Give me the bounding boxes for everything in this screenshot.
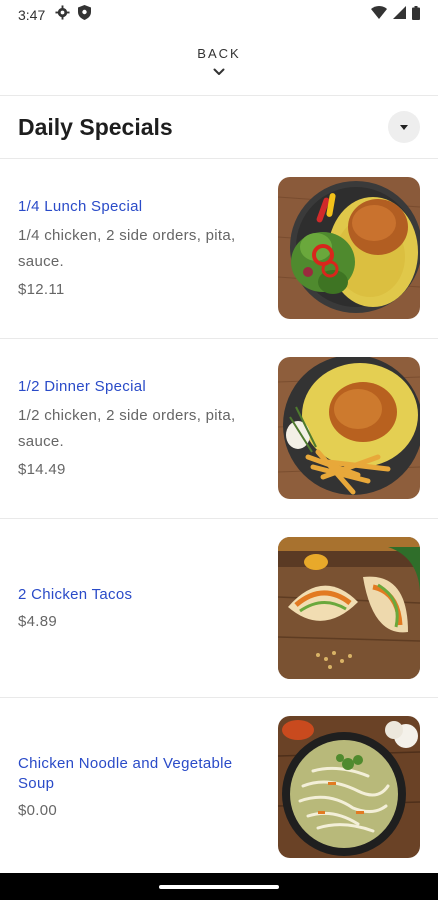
item-description: 1/2 chicken, 2 side orders, pita, sauce. [18, 406, 236, 450]
item-price: $0.00 [18, 801, 58, 819]
status-time: 3:47 [18, 7, 46, 23]
item-name: 1/2 Dinner Special [18, 377, 146, 395]
home-gesture-handle[interactable] [159, 885, 279, 889]
item-name: 2 Chicken Tacos [18, 585, 133, 603]
item-photo-noodle-soup [278, 716, 420, 858]
section-dropdown-button[interactable] [388, 111, 420, 143]
wifi-icon [371, 6, 387, 24]
item-text: Chicken Noodle and Vegetable Soup $0.00 [18, 698, 266, 877]
system-nav-bar [0, 873, 438, 900]
item-name: 1/4 Lunch Special [18, 197, 143, 215]
settings-icon [55, 5, 70, 25]
section-header: Daily Specials [0, 96, 438, 158]
back-button[interactable]: BACK [0, 38, 438, 88]
item-photo-chicken-fries [278, 357, 420, 499]
menu-item[interactable]: 1/2 Dinner Special 1/2 chicken, 2 side o… [0, 339, 438, 518]
shield-icon [78, 5, 92, 25]
battery-icon [412, 5, 420, 25]
menu-item[interactable]: 1/4 Lunch Special 1/4 chicken, 2 side or… [0, 159, 438, 338]
menu-item[interactable]: 2 Chicken Tacos $4.89 [0, 519, 438, 698]
signal-icon [393, 6, 406, 24]
status-right-icons [371, 5, 420, 25]
status-bar: 3:47 [0, 0, 438, 30]
item-text: 2 Chicken Tacos $4.89 [18, 519, 266, 698]
item-photo-chicken-rice-salad [278, 177, 420, 319]
status-left-icons [55, 5, 92, 25]
item-price: $14.49 [18, 460, 66, 478]
item-price: $4.89 [18, 612, 58, 630]
item-description: 1/4 chicken, 2 side orders, pita, sauce. [18, 226, 236, 270]
section-title: Daily Specials [18, 113, 173, 140]
back-label: BACK [197, 46, 241, 61]
item-text: 1/2 Dinner Special 1/2 chicken, 2 side o… [18, 339, 266, 518]
item-price: $12.11 [18, 280, 65, 298]
chevron-down-icon [213, 63, 225, 81]
item-photo-chicken-tacos [278, 537, 420, 679]
menu-item[interactable]: Chicken Noodle and Vegetable Soup $0.00 [0, 698, 438, 877]
item-text: 1/4 Lunch Special 1/4 chicken, 2 side or… [18, 159, 266, 338]
item-name: Chicken Noodle and Vegetable Soup [18, 754, 233, 792]
caret-down-icon [400, 124, 408, 130]
